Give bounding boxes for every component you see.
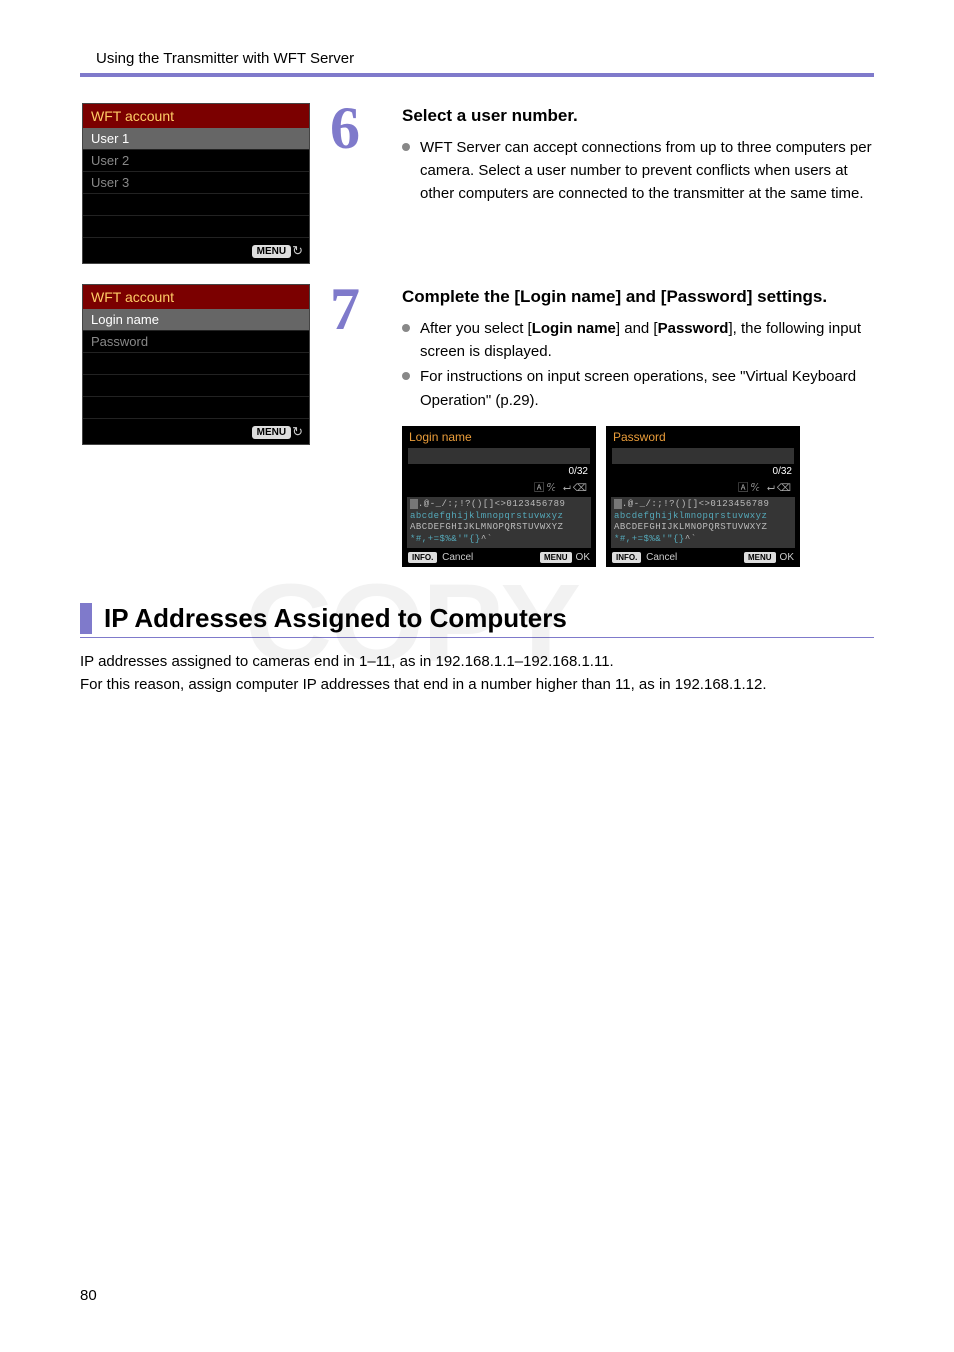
wft-account-screen-users: WFT account User 1 User 2 User 3 MENU↻ — [82, 103, 310, 264]
menu-button-label: MENU — [252, 245, 291, 258]
step-6-title: Select a user number. — [402, 105, 874, 128]
screen-title: WFT account — [83, 104, 309, 128]
kb-title: Password — [606, 426, 800, 448]
user-row-1: User 1 — [83, 128, 309, 150]
password-row: Password — [83, 331, 309, 353]
cancel-label: Cancel — [646, 552, 677, 563]
screen-title: WFT account — [83, 285, 309, 309]
step-6-bullet: WFT Server can accept connections from u… — [402, 136, 874, 206]
step-7-bullet-2: For instructions on input screen operati… — [402, 365, 874, 412]
page-header: Using the Transmitter with WFT Server — [80, 50, 874, 67]
kb-input-field — [408, 448, 590, 464]
menu-button: MENU — [744, 552, 776, 563]
kb-char-count: 0/32 — [606, 466, 800, 477]
ok-label: OK — [576, 552, 590, 563]
section-p2: For this reason, assign computer IP addr… — [80, 673, 874, 696]
step-7-bullet-1: After you select [Login name] and [Passw… — [402, 317, 874, 364]
section-underline — [80, 637, 874, 638]
step-6: WFT account User 1 User 2 User 3 MENU↻ 6… — [80, 103, 874, 264]
keyboard-login-name: Login name 0/32 🄰℀ ⮠⌫ .@-_/:;!?()[]<>012… — [402, 426, 596, 567]
screen-footer: MENU↻ — [83, 238, 309, 263]
step-number-7: 7 — [330, 284, 360, 335]
keyboard-screenshots: Login name 0/32 🄰℀ ⮠⌫ .@-_/:;!?()[]<>012… — [402, 426, 874, 567]
info-button: INFO. — [612, 552, 641, 563]
step-number-6: 6 — [330, 103, 360, 154]
kb-char-grid: .@-_/:;!?()[]<>0123456789 abcdefghijklmn… — [407, 497, 591, 548]
section-body: IP addresses assigned to cameras end in … — [80, 650, 874, 697]
section-heading: IP Addresses Assigned to Computers — [80, 603, 567, 634]
kb-input-field — [612, 448, 794, 464]
kb-mode-icons: 🄰℀ ⮠⌫ — [606, 479, 800, 497]
step-7: WFT account Login name Password MENU↻ 7 … — [80, 284, 874, 567]
kb-mode-icons: 🄰℀ ⮠⌫ — [402, 479, 596, 497]
section-heading-wrap: IP Addresses Assigned to Computers — [80, 603, 874, 638]
wft-account-screen-login: WFT account Login name Password MENU↻ — [82, 284, 310, 445]
user-row-3: User 3 — [83, 172, 309, 194]
ok-label: OK — [780, 552, 794, 563]
page-number: 80 — [80, 1287, 97, 1304]
screen-footer: MENU↻ — [83, 419, 309, 444]
keyboard-password: Password 0/32 🄰℀ ⮠⌫ .@-_/:;!?()[]<>01234… — [606, 426, 800, 567]
kb-char-count: 0/32 — [402, 466, 596, 477]
kb-title: Login name — [402, 426, 596, 448]
user-row-2: User 2 — [83, 150, 309, 172]
menu-button-label: MENU — [252, 426, 291, 439]
step-7-title: Complete the [Login name] and [Password]… — [402, 286, 874, 309]
kb-char-grid: .@-_/:;!?()[]<>0123456789 abcdefghijklmn… — [611, 497, 795, 548]
menu-button: MENU — [540, 552, 572, 563]
return-arrow-icon: ↻ — [292, 243, 303, 259]
info-button: INFO. — [408, 552, 437, 563]
header-rule — [80, 73, 874, 77]
return-arrow-icon: ↻ — [292, 424, 303, 440]
section-p1: IP addresses assigned to cameras end in … — [80, 650, 874, 673]
login-name-row: Login name — [83, 309, 309, 331]
cancel-label: Cancel — [442, 552, 473, 563]
